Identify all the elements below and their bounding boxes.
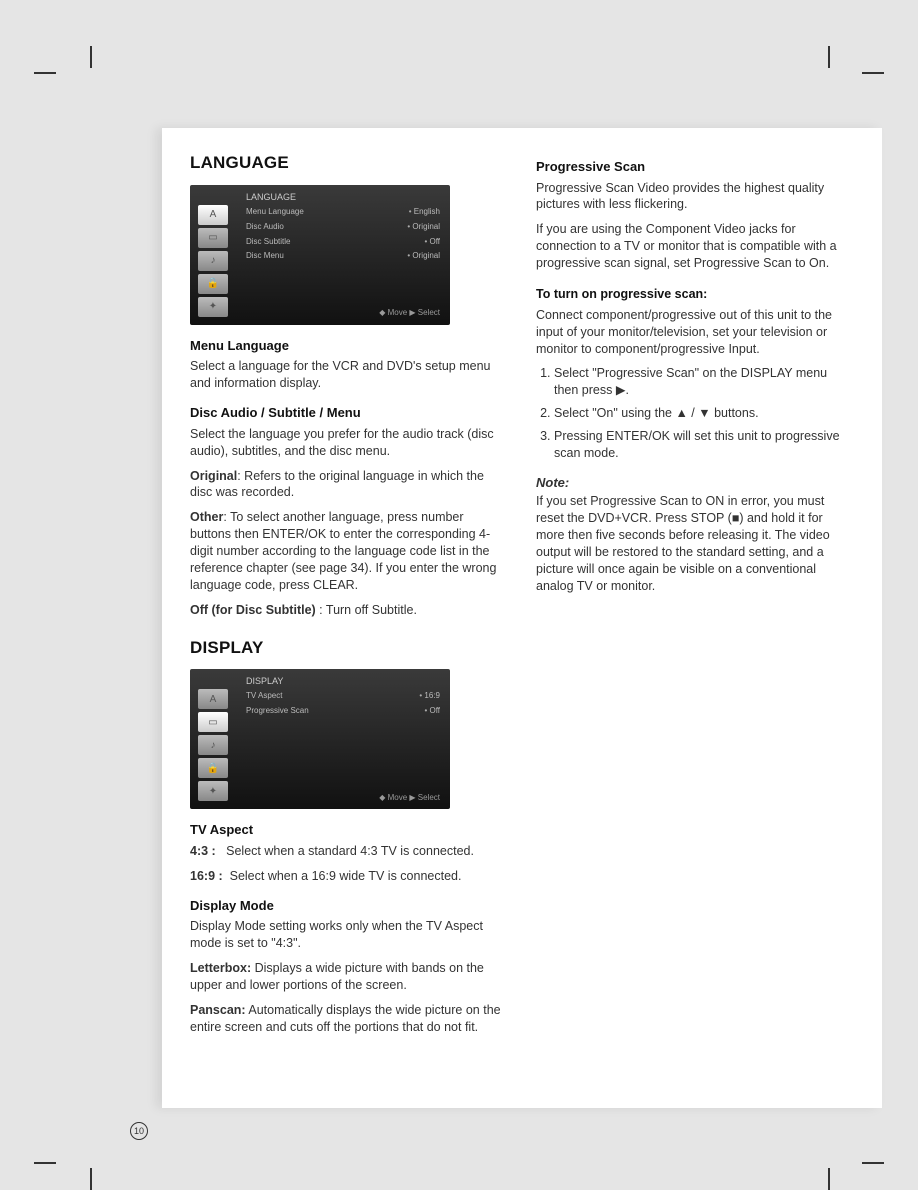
- heading-menu-language: Menu Language: [190, 337, 508, 355]
- crop-mark: [828, 1168, 830, 1190]
- osd-item-label: Disc Subtitle: [246, 237, 290, 248]
- osd-item-value: Original: [407, 222, 440, 233]
- heading-disc-audio: Disc Audio / Subtitle / Menu: [190, 404, 508, 422]
- crop-mark: [828, 46, 830, 68]
- osd-item-value: English: [409, 207, 440, 218]
- body-text: Select the language you prefer for the a…: [190, 426, 508, 460]
- lock-tab-icon: 🔒: [198, 274, 228, 294]
- list-item: Select "Progressive Scan" on the DISPLAY…: [554, 365, 854, 399]
- crop-mark: [34, 1162, 56, 1164]
- steps-list: Select "Progressive Scan" on the DISPLAY…: [554, 365, 854, 461]
- list-item: Select "On" using the ▲ / ▼ buttons.: [554, 405, 854, 422]
- osd-item-value: Off: [424, 237, 440, 248]
- body-text: Letterbox: Displays a wide picture with …: [190, 960, 508, 994]
- body-text: Original: Refers to the original languag…: [190, 468, 508, 502]
- display-tab-icon: ▭: [198, 228, 228, 248]
- heading-display: DISPLAY: [190, 637, 508, 660]
- page-number: 10: [130, 1122, 148, 1140]
- term-panscan: Panscan:: [190, 1003, 246, 1017]
- osd-item-label: Disc Audio: [246, 222, 284, 233]
- osd-item-value: Original: [407, 251, 440, 262]
- osd-item-label: Menu Language: [246, 207, 304, 218]
- crop-mark: [862, 1162, 884, 1164]
- definition-text: Select when a 16:9 wide TV is connected.: [230, 869, 462, 883]
- screenshot-display-menu: DISPLAY A ▭ ♪ 🔒 ✦ TV Aspect 16:9 Progress…: [190, 669, 450, 809]
- osd-tab-icons: A ▭ ♪ 🔒 ✦: [198, 689, 232, 804]
- term-off: Off (for Disc Subtitle): [190, 603, 316, 617]
- list-item: Pressing ENTER/OK will set this unit to …: [554, 428, 854, 462]
- body-text: Progressive Scan Video provides the high…: [536, 180, 854, 214]
- body-text: Other: To select another language, press…: [190, 509, 508, 593]
- crop-mark: [34, 72, 56, 74]
- definition-text: : To select another language, press numb…: [190, 510, 496, 592]
- body-text: Display Mode setting works only when the…: [190, 918, 508, 952]
- column-left: LANGUAGE LANGUAGE A ▭ ♪ 🔒 ✦ Menu Languag…: [190, 152, 508, 1044]
- definition-text: Select when a standard 4:3 TV is connect…: [226, 844, 474, 858]
- osd-items: Menu LanguageEnglish Disc AudioOriginal …: [246, 207, 440, 266]
- osd-items: TV Aspect 16:9 Progressive Scan Off: [246, 691, 440, 721]
- osd-item-label: Progressive Scan: [246, 706, 309, 717]
- crop-mark: [90, 1168, 92, 1190]
- audio-tab-icon: ♪: [198, 735, 228, 755]
- heading-note: Note:: [536, 474, 854, 492]
- body-text: If you set Progressive Scan to ON in err…: [536, 493, 854, 594]
- body-text: 16:9 : Select when a 16:9 wide TV is con…: [190, 868, 508, 885]
- term-letterbox: Letterbox:: [190, 961, 251, 975]
- osd-item-value: Off: [424, 706, 440, 717]
- osd-item-value: 16:9: [419, 691, 440, 702]
- heading-display-mode: Display Mode: [190, 897, 508, 915]
- other-tab-icon: ✦: [198, 781, 228, 801]
- body-text: Select a language for the VCR and DVD's …: [190, 358, 508, 392]
- other-tab-icon: ✦: [198, 297, 228, 317]
- heading-progressive-scan: Progressive Scan: [536, 158, 854, 176]
- crop-mark: [90, 46, 92, 68]
- definition-text: : Turn off Subtitle.: [316, 603, 417, 617]
- osd-footer: ◆ Move ▶ Select: [379, 308, 440, 319]
- language-tab-icon: A: [198, 205, 228, 225]
- osd-tab-icons: A ▭ ♪ 🔒 ✦: [198, 205, 232, 320]
- osd-footer: ◆ Move ▶ Select: [379, 793, 440, 804]
- body-text: Panscan: Automatically displays the wide…: [190, 1002, 508, 1036]
- body-text: Off (for Disc Subtitle) : Turn off Subti…: [190, 602, 508, 619]
- screenshot-language-menu: LANGUAGE A ▭ ♪ 🔒 ✦ Menu LanguageEnglish …: [190, 185, 450, 325]
- lock-tab-icon: 🔒: [198, 758, 228, 778]
- term-original: Original: [190, 469, 237, 483]
- language-tab-icon: A: [198, 689, 228, 709]
- heading-language: LANGUAGE: [190, 152, 508, 175]
- osd-item-label: Disc Menu: [246, 251, 284, 262]
- manual-page: LANGUAGE LANGUAGE A ▭ ♪ 🔒 ✦ Menu Languag…: [162, 128, 882, 1108]
- term-16-9: 16:9 :: [190, 869, 223, 883]
- term-other: Other: [190, 510, 223, 524]
- osd-title: LANGUAGE: [246, 191, 296, 203]
- term-4-3: 4:3 :: [190, 844, 216, 858]
- crop-mark: [862, 72, 884, 74]
- display-tab-icon: ▭: [198, 712, 228, 732]
- osd-item-label: TV Aspect: [246, 691, 282, 702]
- heading-tv-aspect: TV Aspect: [190, 821, 508, 839]
- body-text: Connect component/progressive out of thi…: [536, 307, 854, 358]
- column-right: Progressive Scan Progressive Scan Video …: [536, 152, 854, 1044]
- osd-title: DISPLAY: [246, 675, 283, 687]
- body-text: 4:3 : Select when a standard 4:3 TV is c…: [190, 843, 508, 860]
- body-text: If you are using the Component Video jac…: [536, 221, 854, 272]
- audio-tab-icon: ♪: [198, 251, 228, 271]
- heading-turn-on-progressive: To turn on progressive scan:: [536, 286, 854, 303]
